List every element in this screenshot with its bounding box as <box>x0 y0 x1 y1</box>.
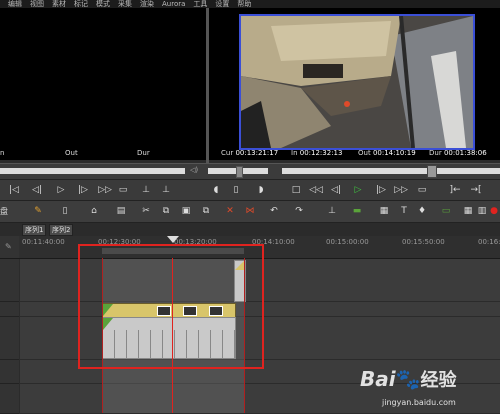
paw-logo-icon: 🐾 <box>395 367 421 391</box>
menu-item[interactable]: 标记 <box>66 0 88 8</box>
in-timecode: In 00:12:32:13 <box>291 149 343 157</box>
jog-bar[interactable] <box>208 166 268 178</box>
source-out-label: Out <box>65 149 78 157</box>
source-in-value: n <box>0 149 5 157</box>
undo-icon[interactable]: ↶ <box>268 205 280 217</box>
out-timecode: Out 00:14:10:19 <box>358 149 416 157</box>
clip-icon[interactable]: ▬ <box>350 205 364 217</box>
track-header[interactable] <box>0 317 19 360</box>
recorder-play-icon[interactable]: ▷ <box>352 184 364 196</box>
timeline-toolbar: 盘 ✎ ▯ ⌂ ▤ ✂ ⧉ ▣ ⧉ ✕ ⋈ ↶ ↷ ⊥ ▬ ▦ T ♦ ▭ ▦ … <box>0 200 500 223</box>
record-icon[interactable]: ● <box>489 205 499 217</box>
ruler-lock-icon[interactable]: ✎ <box>5 242 12 251</box>
jump-in-icon[interactable]: ]← <box>447 184 463 196</box>
rewind-icon[interactable]: ◁◁ <box>308 184 324 196</box>
jump-out-icon[interactable]: →[ <box>468 184 484 196</box>
menu-item[interactable]: 视图 <box>22 0 44 8</box>
mark-out-icon[interactable]: ◗ <box>255 184 267 196</box>
scrub-bar[interactable]: ◁) <box>0 163 500 179</box>
toolbar-left-label: 盘 <box>0 207 8 216</box>
stop-icon[interactable]: □ <box>290 184 302 196</box>
reverse-step-icon[interactable]: ◁| <box>330 184 342 196</box>
match-frame-icon[interactable]: ⊥ <box>140 184 152 196</box>
playhead-handle[interactable] <box>427 165 437 178</box>
paste-icon[interactable]: ▣ <box>180 205 192 217</box>
tab-sequence-1[interactable]: 序列1 <box>22 224 47 236</box>
dur-timecode: Dur 00:01:38:06 <box>429 149 487 157</box>
source-dur-label: Dur <box>137 149 150 157</box>
title-icon[interactable]: T <box>398 205 410 217</box>
source-monitor[interactable]: n Out Dur <box>0 8 206 160</box>
baidu-watermark: Bai🐾经验 <box>360 367 457 391</box>
mark-icon[interactable]: ▯ <box>230 184 242 196</box>
settings-icon[interactable]: ▥ <box>476 205 488 217</box>
loop-icon[interactable]: ▭ <box>117 184 129 196</box>
add-keyframe-icon[interactable]: ⊥ <box>326 205 338 217</box>
ripple-delete-icon[interactable]: ⋈ <box>244 205 256 217</box>
source-position-bar[interactable] <box>0 168 185 174</box>
menu-item[interactable]: 帮助 <box>229 0 251 8</box>
open-icon[interactable]: ⌂ <box>88 205 100 217</box>
highlight-rectangle <box>78 244 264 369</box>
ruler-tick-label: 00:16:4 <box>478 238 500 246</box>
track-header[interactable] <box>0 259 19 302</box>
menu-item[interactable]: 模式 <box>88 0 110 8</box>
ruler-tick-label: 00:11:40:00 <box>22 238 65 246</box>
cut-icon[interactable]: ✂ <box>140 205 152 217</box>
grid-icon[interactable]: ▦ <box>462 205 474 217</box>
mode-icon[interactable]: ✎ <box>33 205 43 217</box>
menu-item[interactable]: 采集 <box>110 0 132 8</box>
menu-item[interactable]: Aurora <box>154 0 185 8</box>
menu-item[interactable]: 渲染 <box>132 0 154 8</box>
play-icon[interactable]: ▷ <box>55 184 67 196</box>
menu-item[interactable]: 编辑 <box>0 0 22 8</box>
microphone-icon[interactable]: ♦ <box>416 205 428 217</box>
copy-icon[interactable]: ⧉ <box>160 205 172 217</box>
audio-icon[interactable]: ◁) <box>190 166 198 174</box>
ruler-tick-label: 00:15:50:00 <box>402 238 445 246</box>
menu-bar: 编辑 视图 素材 标记 模式 采集 渲染 Aurora 工具 设置 帮助 <box>0 0 500 8</box>
delete-icon[interactable]: ✕ <box>224 205 236 217</box>
export-icon[interactable]: ▭ <box>440 205 452 217</box>
watermark-url: jingyan.baidu.com <box>382 398 456 407</box>
track-header[interactable] <box>0 302 19 317</box>
step-back-icon[interactable]: ◁| <box>30 184 44 196</box>
video-preview <box>239 14 475 150</box>
playhead-marker[interactable] <box>167 236 179 243</box>
track-header[interactable] <box>0 384 19 414</box>
tab-sequence-2[interactable]: 序列2 <box>49 224 74 236</box>
redo-icon[interactable]: ↷ <box>293 205 305 217</box>
fast-forward-icon[interactable]: ▷▷ <box>98 184 112 196</box>
jog-handle[interactable] <box>236 166 243 178</box>
duplicate-icon[interactable]: ⧉ <box>200 205 212 217</box>
go-to-in-icon[interactable]: |◁ <box>8 184 20 196</box>
new-icon[interactable]: ▯ <box>60 205 70 217</box>
cur-timecode: Cur 00:13:21:17 <box>221 149 279 157</box>
recorder-position-bar[interactable] <box>282 165 500 178</box>
menu-item[interactable]: 设置 <box>207 0 229 8</box>
set-in-icon[interactable]: ⊥ <box>160 184 172 196</box>
save-icon[interactable]: ▤ <box>115 205 127 217</box>
mark-in-icon[interactable]: ◖ <box>210 184 222 196</box>
menu-item[interactable]: 工具 <box>185 0 207 8</box>
recorder-loop-icon[interactable]: ▭ <box>415 184 429 196</box>
transport-controls: |◁ ◁| ▷ |▷ ▷▷ ▭ ⊥ ⊥ ◖ ▯ ◗ □ ◁◁ ◁| ▷ |▷ ▷… <box>0 179 500 200</box>
recorder-fast-forward-icon[interactable]: ▷▷ <box>393 184 409 196</box>
menu-item[interactable]: 素材 <box>44 0 66 8</box>
recorder-step-forward-icon[interactable]: |▷ <box>374 184 388 196</box>
track-header[interactable] <box>0 360 19 384</box>
car-door-frame <box>241 16 473 148</box>
step-forward-icon[interactable]: |▷ <box>76 184 90 196</box>
ruler-tick-label: 00:15:00:00 <box>326 238 369 246</box>
split-icon[interactable]: ▦ <box>378 205 390 217</box>
